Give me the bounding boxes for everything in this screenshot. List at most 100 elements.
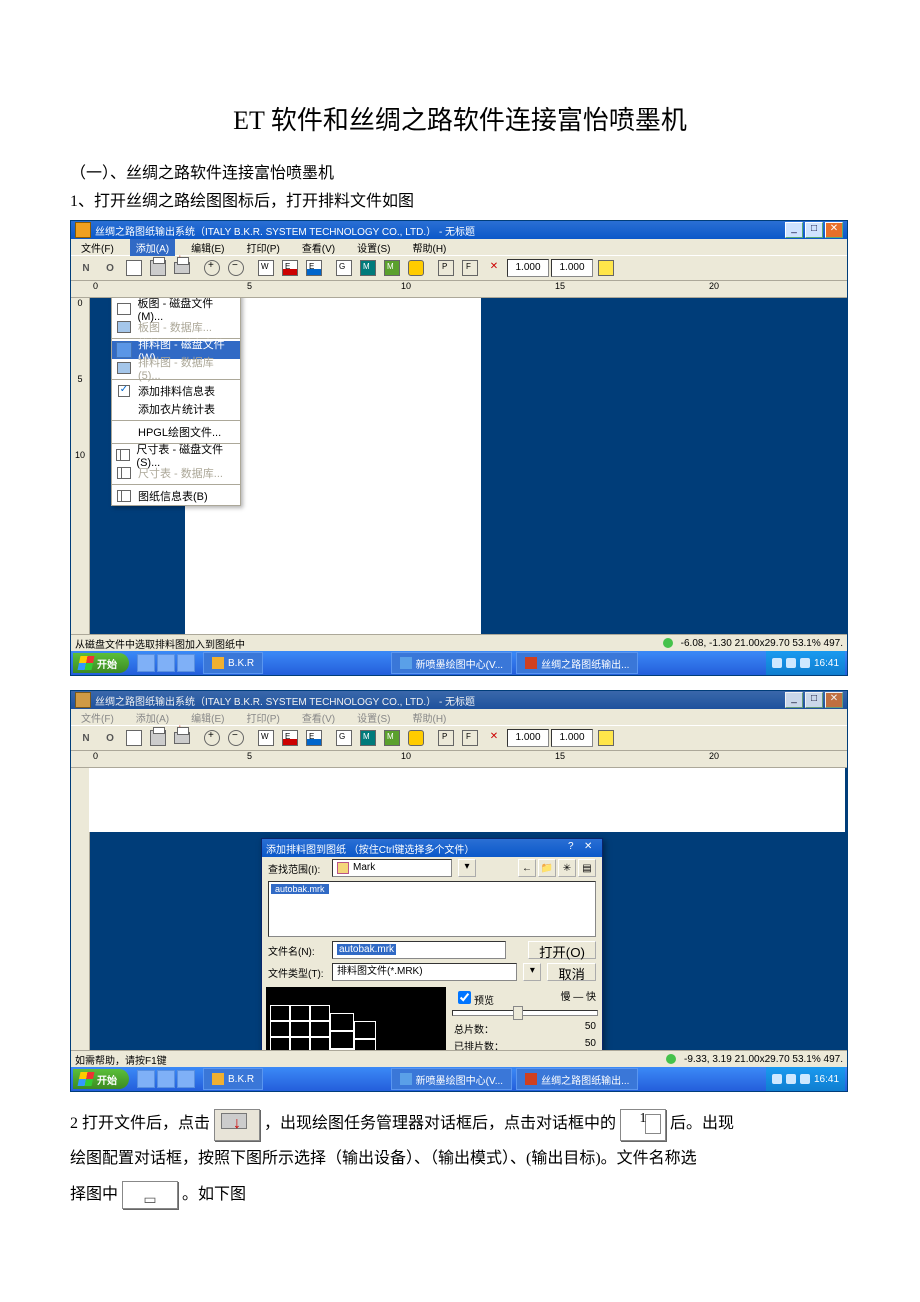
dialog-close-icon[interactable]: ✕ — [584, 842, 598, 854]
cancel-icon[interactable] — [483, 257, 505, 279]
new-icon[interactable] — [75, 257, 97, 279]
new-icon[interactable] — [75, 727, 97, 749]
open-button[interactable]: 打开(O) — [528, 941, 596, 959]
y-icon[interactable] — [595, 727, 617, 749]
print-icon[interactable] — [147, 257, 169, 279]
f-icon[interactable] — [459, 257, 481, 279]
quick-launch-icon[interactable] — [137, 654, 155, 672]
tray-icon[interactable] — [772, 1074, 782, 1084]
preview-checkbox[interactable] — [458, 991, 471, 1004]
e-red-icon[interactable] — [279, 727, 301, 749]
paper-icon[interactable] — [123, 727, 145, 749]
close-button[interactable]: ✕ — [825, 692, 843, 708]
tray-icon[interactable] — [772, 658, 782, 668]
menu-file[interactable]: 文件(F) — [75, 239, 120, 256]
maximize-button[interactable]: □ — [805, 222, 823, 238]
start-button[interactable]: 开始 — [73, 1069, 129, 1089]
w-icon[interactable] — [255, 257, 277, 279]
lookup-combo[interactable]: Mark — [332, 859, 452, 877]
menu-file[interactable]: 文件(F) — [75, 709, 120, 726]
open-icon[interactable] — [99, 257, 121, 279]
filename-field[interactable]: autobak.mrk — [332, 941, 506, 959]
cancel-button[interactable]: 取消 — [547, 963, 596, 981]
filetype-combo[interactable]: 排料图文件(*.MRK) — [332, 963, 517, 981]
menu-add-info-table[interactable]: ✓添加排料信息表 — [112, 382, 240, 400]
menu-view[interactable]: 查看(V) — [296, 709, 341, 726]
task-silkroad[interactable]: 丝绸之路图纸输出... — [516, 652, 638, 674]
menu-add[interactable]: 添加(A) — [130, 709, 175, 726]
lookup-dropdown-icon[interactable]: ▾ — [458, 859, 476, 877]
task-explorer[interactable]: B.K.R — [203, 652, 263, 674]
back-icon[interactable]: ← — [518, 859, 536, 877]
face-icon[interactable] — [405, 257, 427, 279]
quick-launch-icon[interactable] — [177, 654, 195, 672]
menu-add-piece-stats[interactable]: 添加衣片统计表 — [112, 400, 240, 418]
file-item-selected[interactable]: autobak.mrk — [271, 884, 329, 894]
view-menu-icon[interactable]: ▤ — [578, 859, 596, 877]
print-icon[interactable] — [147, 727, 169, 749]
m-teal-icon[interactable] — [357, 727, 379, 749]
minimize-button[interactable]: _ — [785, 222, 803, 238]
tray-icon[interactable] — [800, 1074, 810, 1084]
menu-set[interactable]: 设置(S) — [351, 239, 396, 256]
task-silkroad[interactable]: 丝绸之路图纸输出... — [516, 1068, 638, 1090]
preview-speed-slider[interactable] — [452, 1010, 598, 1016]
cancel-icon[interactable] — [483, 727, 505, 749]
quick-launch-icon[interactable] — [177, 1070, 195, 1088]
send-print-icon[interactable] — [171, 257, 193, 279]
maximize-button[interactable]: □ — [805, 692, 823, 708]
m-green-icon[interactable] — [381, 727, 403, 749]
p-icon[interactable] — [435, 727, 457, 749]
zoom-out-icon[interactable] — [225, 257, 247, 279]
w-icon[interactable] — [255, 727, 277, 749]
zoom-out-icon[interactable] — [225, 727, 247, 749]
file-list[interactable]: autobak.mrk — [268, 881, 596, 937]
e-blue-icon[interactable] — [303, 727, 325, 749]
menu-add[interactable]: 添加(A) — [130, 239, 175, 256]
menu-edit[interactable]: 编辑(E) — [185, 239, 230, 256]
paper-icon[interactable] — [123, 257, 145, 279]
menu-paper-info[interactable]: 图纸信息表(B) — [112, 487, 240, 505]
tray-icon[interactable] — [800, 658, 810, 668]
menu-set[interactable]: 设置(S) — [351, 709, 396, 726]
menu-print[interactable]: 打印(P) — [240, 239, 285, 256]
quick-launch-icon[interactable] — [137, 1070, 155, 1088]
menu-board-disk[interactable]: 板图 - 磁盘文件(M)... — [112, 300, 240, 318]
tray-icon[interactable] — [786, 658, 796, 668]
menu-print[interactable]: 打印(P) — [240, 709, 285, 726]
menu-hpgl-file[interactable]: HPGL绘图文件... — [112, 423, 240, 441]
start-button[interactable]: 开始 — [73, 653, 129, 673]
e-blue-icon[interactable] — [303, 257, 325, 279]
send-print-icon[interactable] — [171, 727, 193, 749]
face-icon[interactable] — [405, 727, 427, 749]
open-icon[interactable] — [99, 727, 121, 749]
dialog-help-icon[interactable]: ? — [568, 842, 582, 854]
tray-icon[interactable] — [786, 1074, 796, 1084]
menu-help[interactable]: 帮助(H) — [407, 239, 453, 256]
scale-y-field[interactable]: 1.000 — [551, 259, 593, 277]
task-print-center[interactable]: 新喷墨绘图中心(V... — [391, 652, 512, 674]
new-folder-icon[interactable]: ✳ — [558, 859, 576, 877]
filetype-dropdown-icon[interactable]: ▾ — [523, 963, 541, 981]
quick-launch-icon[interactable] — [157, 1070, 175, 1088]
quick-launch-icon[interactable] — [157, 654, 175, 672]
minimize-button[interactable]: _ — [785, 692, 803, 708]
menu-edit[interactable]: 编辑(E) — [185, 709, 230, 726]
menu-view[interactable]: 查看(V) — [296, 239, 341, 256]
f-icon[interactable] — [459, 727, 481, 749]
y-icon[interactable] — [595, 257, 617, 279]
m-teal-icon[interactable] — [357, 257, 379, 279]
task-explorer[interactable]: B.K.R — [203, 1068, 263, 1090]
g-icon[interactable] — [333, 257, 355, 279]
scale-x-field[interactable]: 1.000 — [507, 729, 549, 747]
scale-x-field[interactable]: 1.000 — [507, 259, 549, 277]
task-print-center[interactable]: 新喷墨绘图中心(V... — [391, 1068, 512, 1090]
m-green-icon[interactable] — [381, 257, 403, 279]
e-red-icon[interactable] — [279, 257, 301, 279]
g-icon[interactable] — [333, 727, 355, 749]
menu-size-disk[interactable]: 尺寸表 - 磁盘文件(S)... — [112, 446, 240, 464]
menu-help[interactable]: 帮助(H) — [407, 709, 453, 726]
p-icon[interactable] — [435, 257, 457, 279]
close-button[interactable]: ✕ — [825, 222, 843, 238]
up-folder-icon[interactable]: 📁 — [538, 859, 556, 877]
